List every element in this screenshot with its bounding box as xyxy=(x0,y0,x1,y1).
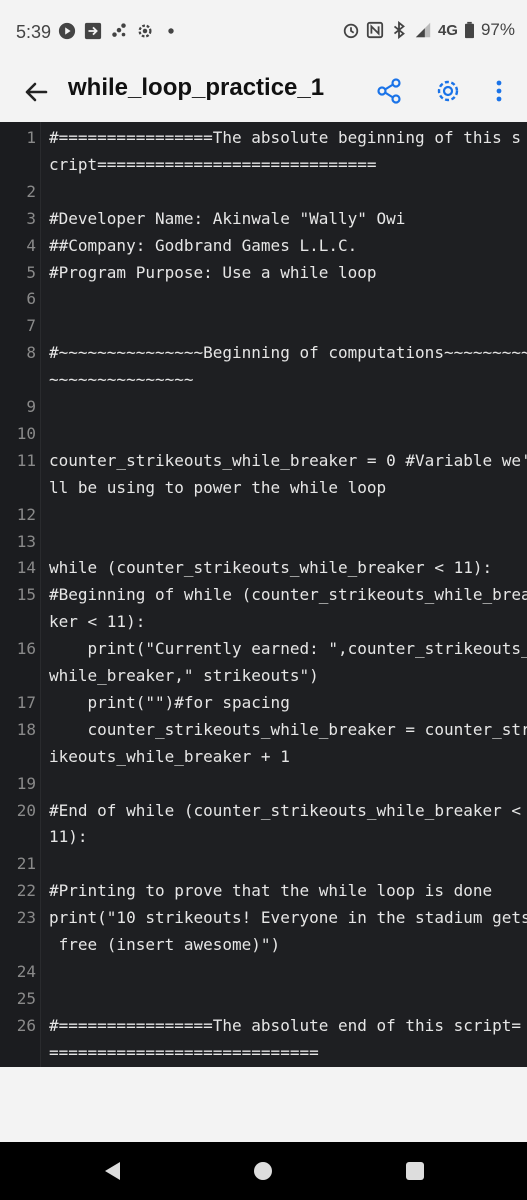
editor-footer-area xyxy=(0,1067,527,1142)
line-number: 14 xyxy=(16,558,36,578)
line-number: 24 xyxy=(16,961,36,981)
line-number: 16 xyxy=(16,639,36,659)
line-number: 10 xyxy=(16,423,36,443)
code-text[interactable]: print("")#for spacing xyxy=(49,693,290,712)
code-text[interactable]: #Beginning of while (counter_strikeouts_… xyxy=(49,585,527,604)
gear-icon xyxy=(138,24,152,38)
line-number: 11 xyxy=(16,450,36,470)
status-right: 4G 97% xyxy=(342,20,515,40)
line-number: 25 xyxy=(16,988,36,1008)
line-number: 22 xyxy=(16,881,36,901)
line-number: 19 xyxy=(16,773,36,793)
play-icon xyxy=(58,22,76,40)
apps-icon xyxy=(112,23,126,37)
status-left-icons xyxy=(58,22,180,40)
status-bar: 5:39 4G 97% xyxy=(0,0,527,64)
home-icon[interactable] xyxy=(250,1158,276,1184)
code-text[interactable]: #Program Purpose: Use a while loop xyxy=(49,263,377,282)
alarm-icon xyxy=(343,23,359,39)
code-text[interactable]: ============================ xyxy=(49,1043,319,1062)
code-text[interactable]: counter_strikeouts_while_breaker = 0 #Va… xyxy=(49,451,527,470)
code-text[interactable]: #~~~~~~~~~~~~~~~Beginning of computation… xyxy=(49,343,527,362)
bluetooth-icon xyxy=(393,21,405,39)
line-number: 7 xyxy=(26,316,36,336)
recents-icon[interactable] xyxy=(402,1158,428,1184)
code-text[interactable]: ll be using to power the while loop xyxy=(49,478,386,497)
code-text[interactable]: while_breaker," strikeouts") xyxy=(49,666,319,685)
code-text[interactable]: ker < 11): xyxy=(49,612,145,631)
app-bar: while_loop_practice_1 xyxy=(0,64,527,120)
code-text[interactable]: #Printing to prove that the while loop i… xyxy=(49,881,492,900)
navigation-bar xyxy=(0,1142,527,1200)
code-text[interactable]: print("10 strikeouts! Everyone in the st… xyxy=(49,908,527,927)
code-text[interactable]: free (insert awesome)") xyxy=(49,935,281,954)
line-number: 6 xyxy=(26,289,36,309)
line-number: 18 xyxy=(16,719,36,739)
more-icon[interactable] xyxy=(484,76,514,106)
code-text[interactable]: ~~~~~~~~~~~~~~~ xyxy=(49,370,194,389)
code-text[interactable]: #================The absolute end of thi… xyxy=(49,1016,521,1035)
back-arrow-icon[interactable] xyxy=(20,76,52,108)
line-number: 15 xyxy=(16,585,36,605)
signal-icon xyxy=(415,22,431,38)
code-text[interactable]: #================The absolute beginning … xyxy=(49,128,521,147)
dot-icon xyxy=(168,28,174,34)
line-number: 20 xyxy=(16,800,36,820)
code-text[interactable]: 11): xyxy=(49,827,88,846)
share-icon[interactable] xyxy=(374,76,404,106)
line-number: 5 xyxy=(26,262,36,282)
line-number: 1 xyxy=(26,128,36,147)
line-number: 17 xyxy=(16,692,36,712)
line-number: 8 xyxy=(26,343,36,363)
code-text[interactable]: print("Currently earned: ",counter_strik… xyxy=(49,639,527,658)
code-text[interactable]: #End of while (counter_strikeouts_while_… xyxy=(49,801,521,820)
line-number: 26 xyxy=(16,1015,36,1035)
battery-icon xyxy=(464,21,474,39)
page-title: while_loop_practice_1 xyxy=(68,74,325,101)
code-text[interactable]: #Developer Name: Akinwale "Wally" Owi xyxy=(49,209,405,228)
code-text[interactable]: cript============================= xyxy=(49,155,377,174)
network-type: 4G xyxy=(437,21,458,39)
code-text[interactable]: ikeouts_while_breaker + 1 xyxy=(49,747,290,766)
line-number: 9 xyxy=(26,397,36,416)
code-editor[interactable]: 1 #================The absolute beginning… xyxy=(0,122,527,1067)
line-number: 13 xyxy=(16,531,36,551)
nfc-icon xyxy=(366,21,384,39)
line-number: 21 xyxy=(16,854,36,874)
battery-level: 97% xyxy=(480,20,515,39)
code-text[interactable]: ##Company: Godbrand Games L.L.C. xyxy=(49,236,357,255)
back-icon[interactable] xyxy=(100,1158,126,1184)
status-time: 5:39 xyxy=(16,22,52,42)
settings-icon[interactable] xyxy=(433,76,463,106)
forward-icon xyxy=(84,22,102,40)
line-number: 3 xyxy=(26,208,36,228)
code-text[interactable]: while (counter_strikeouts_while_breaker … xyxy=(49,558,492,577)
line-number: 4 xyxy=(26,235,36,255)
line-number: 23 xyxy=(16,908,36,928)
line-number: 12 xyxy=(16,504,36,524)
code-text[interactable]: counter_strikeouts_while_breaker = count… xyxy=(49,720,527,739)
line-number: 2 xyxy=(26,181,36,201)
